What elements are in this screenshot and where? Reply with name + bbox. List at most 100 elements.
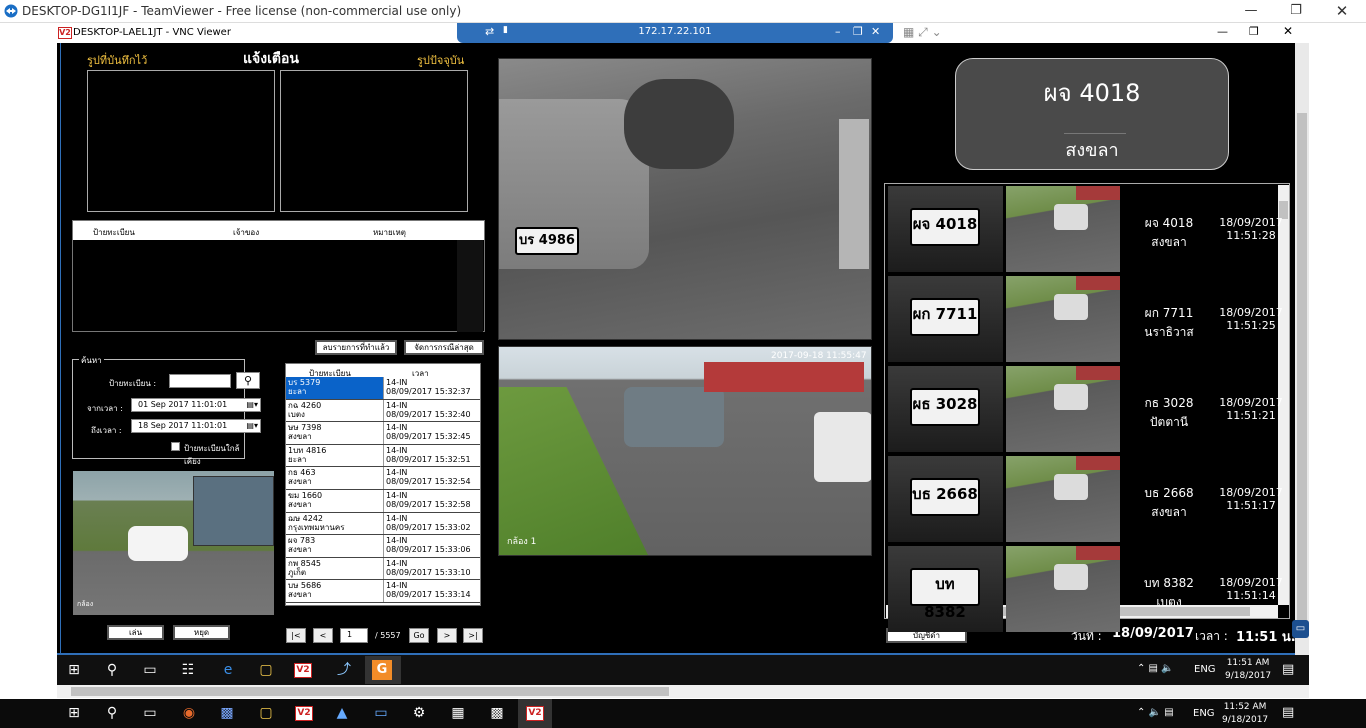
vnc-close-button[interactable]: ✕	[1283, 24, 1293, 38]
edge-icon[interactable]: e	[217, 659, 239, 681]
shop-awning-shape	[1076, 366, 1120, 380]
task-view-icon[interactable]: ▭	[139, 702, 161, 724]
search-icon[interactable]: ⚲	[101, 659, 123, 681]
suv-shape	[624, 387, 724, 447]
similar-plate-checkbox[interactable]	[171, 442, 180, 451]
table-row[interactable]: ฌษ 4242 กรุงเทพมหานคร 14-IN 08/09/2017 15:3…	[286, 512, 480, 536]
firefox-icon[interactable]: ◉	[178, 702, 200, 724]
notification-icon[interactable]: ▤	[1282, 705, 1294, 720]
history-item[interactable]: ผก 7711 ผก 7711 นราธิวาส 18/09/2017 11:51:25	[886, 276, 1283, 364]
bar-minimize-button[interactable]: –	[835, 25, 841, 38]
plate-search-input[interactable]	[169, 374, 231, 388]
active-app[interactable]: G	[365, 656, 401, 684]
row-plate: ฌษ 4242 กรุงเทพมหานคร	[288, 513, 345, 532]
vnc-restore-button[interactable]: ❐	[1249, 25, 1259, 38]
current-image-box	[280, 70, 468, 212]
notification-icon[interactable]: ▤	[1282, 662, 1294, 677]
row-time: 14-IN 08/09/2017 15:32:45	[386, 423, 471, 442]
row-time: 14-IN 08/09/2017 15:33:02	[386, 513, 471, 532]
remote-clock[interactable]: 11:51 AM 9/18/2017	[1225, 657, 1271, 683]
row-time: 14-IN 08/09/2017 15:32:40	[386, 400, 471, 419]
delete-done-button[interactable]: ลบรายการที่ทำแล้ว	[315, 340, 397, 355]
app-icon[interactable]: ▩	[216, 702, 238, 724]
from-time-input[interactable]: 01 Sep 2017 11:01:01 ▤▾	[131, 398, 261, 412]
app-icon[interactable]: ⤴	[333, 659, 355, 681]
tray-icons[interactable]: ⌃ ▤ 🔈	[1137, 663, 1174, 674]
task-view-icon[interactable]: ▭	[139, 659, 161, 681]
vnc-app-icon[interactable]: V2	[295, 706, 313, 721]
history-datetime: 18/09/2017 11:51:14	[1219, 576, 1283, 602]
monitor-app-icon[interactable]: ▭	[370, 702, 392, 724]
teamviewer-remote-bar: ⇄ ▮ 172.17.22.101 – ❐ ✕	[457, 23, 893, 43]
history-item[interactable]: บท 8382 บท 8382 เบตง 18/09/2017 11:51:14	[886, 546, 1283, 634]
plate-crop-image: บธ 2668	[888, 456, 1003, 542]
row-plate: บษ 5686 สงขลา	[288, 581, 322, 600]
camera-view-top: บร 4986	[498, 58, 872, 340]
minimize-button[interactable]: —	[1242, 2, 1260, 20]
last-page-button[interactable]: >|	[463, 628, 483, 643]
folder-icon[interactable]: ▢	[255, 702, 277, 724]
teamviewer-panel-icon[interactable]: ▭	[1292, 620, 1309, 638]
table-row[interactable]: กฉ 4260 เบตง 14-IN 08/09/2017 15:32:40	[286, 399, 480, 423]
history-plate: บท 8382 เบตง	[1144, 576, 1194, 609]
first-page-button[interactable]: |<	[286, 628, 306, 643]
table-row[interactable]: 1บท 4816 ยะลา 14-IN 08/09/2017 15:32:51	[286, 444, 480, 468]
active-vnc[interactable]: V2	[518, 699, 552, 728]
view-controls[interactable]: ▦ ⤢ ⌄	[903, 25, 953, 41]
prev-page-button[interactable]: <	[313, 628, 333, 643]
close-button[interactable]: ✕	[1333, 2, 1351, 20]
to-time-input[interactable]: 18 Sep 2017 11:01:01 ▤▾	[131, 419, 261, 433]
row-plate: 1บท 4816 ยะลา	[288, 445, 327, 464]
calendar-icon[interactable]: ▤▾	[246, 420, 258, 432]
manage-latest-button[interactable]: จัดการกรณีล่าสุด	[404, 340, 484, 355]
alert-table: ป้ายทะเบียน เจ้าของ หมายเหตุ	[72, 220, 485, 332]
search-icon[interactable]: ⚲	[101, 702, 123, 724]
teamviewer-titlebar: DESKTOP-DG1I1JF - TeamViewer - Free lice…	[0, 0, 1366, 23]
start-icon[interactable]: ⊞	[63, 702, 85, 724]
network-app-icon[interactable]: ▲	[331, 702, 353, 724]
saved-image-label: รูปที่บันทึกไว้	[87, 54, 148, 67]
row-time: 14-IN 08/09/2017 15:32:54	[386, 468, 471, 487]
remote-vscroll[interactable]	[1295, 43, 1309, 655]
history-vscroll[interactable]	[1278, 185, 1289, 605]
bar-close-button[interactable]: ✕	[871, 25, 880, 38]
saved-image-box	[87, 70, 275, 212]
history-item[interactable]: ผธ 3028 กธ 3028 ปัตตานี 18/09/2017 11:51:21	[886, 366, 1283, 454]
remote-app-icon[interactable]: ▩	[486, 702, 508, 724]
page-input[interactable]: 1	[340, 628, 368, 643]
next-page-button[interactable]: >	[437, 628, 457, 643]
plate-crop-image: บท 8382	[888, 546, 1003, 632]
remote-lang[interactable]: ENG	[1194, 664, 1216, 675]
history-item[interactable]: บธ 2668 บธ 2668 สงขลา 18/09/2017 11:51:17	[886, 456, 1283, 544]
play-button[interactable]: เล่น	[107, 625, 164, 640]
table-row[interactable]: กธ 463 สงขลา 14-IN 08/09/2017 15:32:54	[286, 467, 480, 490]
remote-ip: 172.17.22.101	[638, 26, 712, 37]
local-lang[interactable]: ENG	[1193, 708, 1215, 719]
table-row[interactable]: บร 5379 ยะลา 14-IN 08/09/2017 15:32:37	[286, 377, 480, 400]
restore-button[interactable]: ❐	[1287, 2, 1305, 20]
tray-icons[interactable]: ⌃ 🔈 ▤	[1137, 707, 1174, 718]
store-icon[interactable]: ☷	[177, 659, 199, 681]
table-row[interactable]: ผจ 783 สงขลา 14-IN 08/09/2017 15:33:06	[286, 535, 480, 558]
table-row[interactable]: ษษ 7398 สงขลา 14-IN 08/09/2017 15:32:45	[286, 422, 480, 445]
table-row[interactable]: ฆม 1660 สงขลา 14-IN 08/09/2017 15:32:58	[286, 490, 480, 513]
stop-button[interactable]: หยุด	[173, 625, 230, 640]
current-image-label: รูปปัจจุบัน	[417, 54, 465, 67]
bar-restore-button[interactable]: ❐	[853, 25, 863, 38]
search-icon[interactable]: ⚲	[236, 372, 260, 389]
vnc-minimize-button[interactable]: —	[1217, 25, 1228, 38]
calendar-icon[interactable]: ▤▾	[246, 399, 258, 411]
calculator-icon[interactable]: ▦	[447, 702, 469, 724]
local-clock[interactable]: 11:52 AM 9/18/2017	[1222, 701, 1268, 727]
remote-hscroll[interactable]	[57, 685, 1309, 698]
settings-icon[interactable]: ⚙	[408, 702, 430, 724]
go-button[interactable]: Go	[409, 628, 429, 643]
table-row[interactable]: กพ 8545 ภูเก็ต 14-IN 08/09/2017 15:33:10	[286, 557, 480, 581]
vnc-app-icon[interactable]: V2	[294, 663, 312, 678]
start-icon[interactable]: ⊞	[63, 659, 85, 681]
table-row[interactable]: บษ 5686 สงขลา 14-IN 08/09/2017 15:33:14	[286, 580, 480, 603]
folder-icon[interactable]: ▢	[255, 659, 277, 681]
history-item[interactable]: ผจ 4018 ผจ 4018 สงขลา 18/09/2017 11:51:28	[886, 186, 1283, 274]
current-plate-panel: ผจ 4018 สงขลา	[955, 58, 1229, 170]
to-time-label: ถึงเวลา :	[91, 426, 122, 435]
